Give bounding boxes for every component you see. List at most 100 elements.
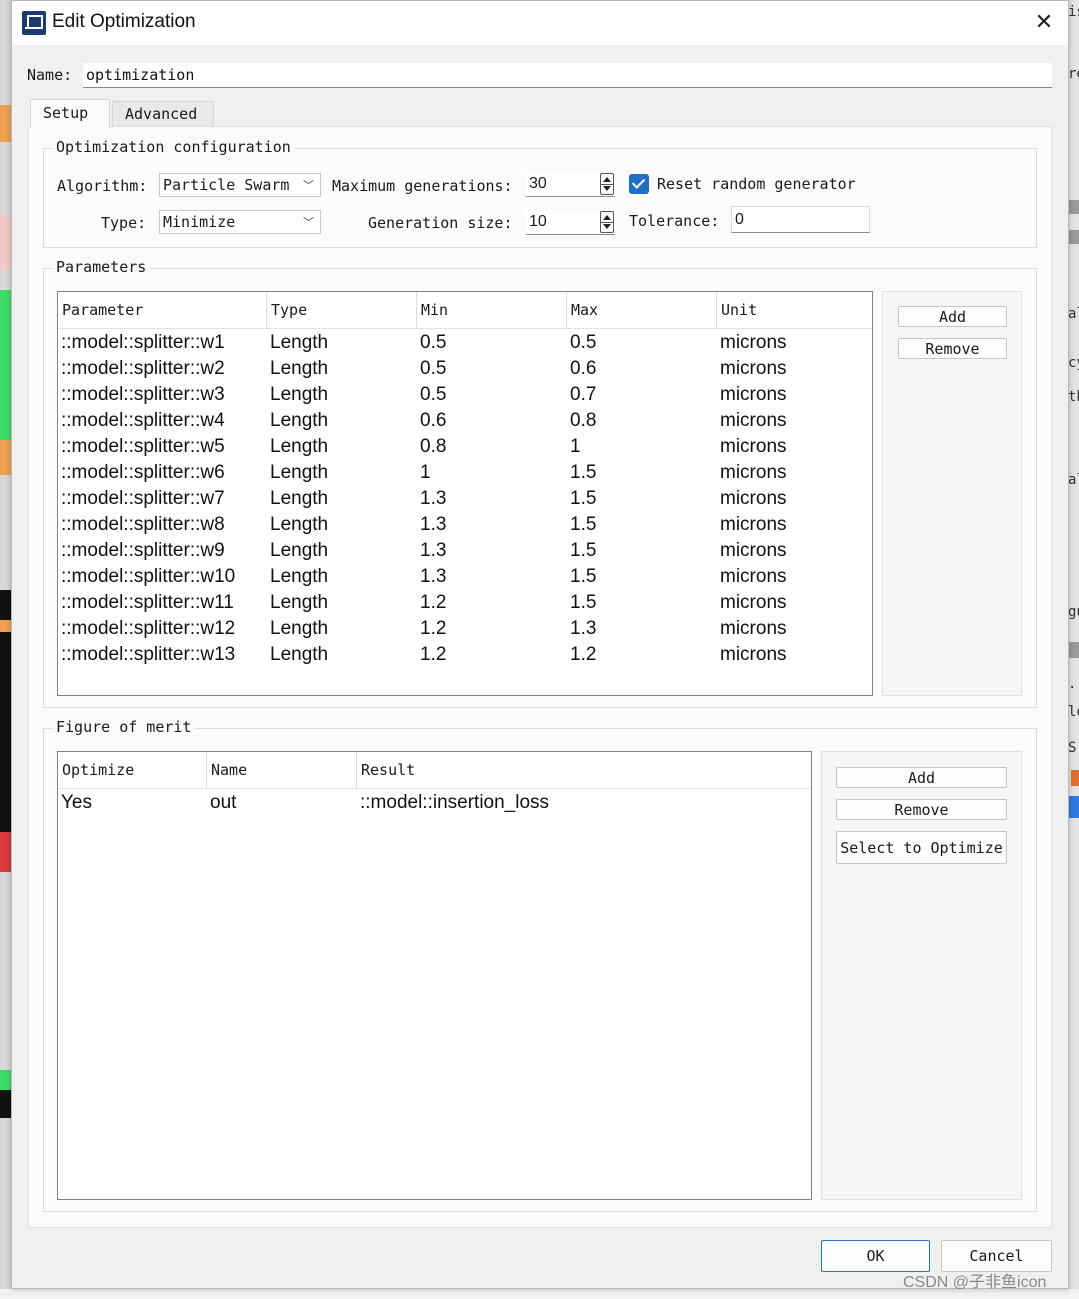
optimization-config-title: Optimization configuration — [52, 138, 295, 156]
add-figure-of-merit-button[interactable]: Add — [836, 767, 1007, 788]
parameter-max-cell: 1.2 — [570, 644, 597, 665]
background-window-right: is re al cy th al gu . lo S — [1068, 0, 1079, 1299]
background-text: al — [1068, 472, 1079, 488]
parameter-unit-cell: microns — [720, 384, 787, 405]
table-row[interactable]: ::model::splitter::w10 Length 1.3 1.5 micron… — [58, 564, 872, 590]
parameter-unit-cell: microns — [720, 436, 787, 457]
parameters-group: Parameters Parameter Type Min Max Unit :… — [43, 258, 1037, 708]
background-strip — [1068, 200, 1079, 214]
column-header-result[interactable]: Result — [357, 752, 811, 789]
parameter-max-cell: 1.5 — [570, 566, 597, 587]
parameter-unit-cell: microns — [720, 488, 787, 509]
parameter-min-cell: 1 — [420, 462, 431, 483]
close-button[interactable]: ✕ — [1022, 7, 1066, 39]
table-row[interactable]: ::model::splitter::w2 Length 0.5 0.6 microns — [58, 356, 872, 382]
column-header-type[interactable]: Type — [267, 292, 417, 329]
parameter-unit-cell: microns — [720, 514, 787, 535]
column-header-name[interactable]: Name — [207, 752, 357, 789]
parameter-name-cell: ::model::splitter::w12 — [61, 618, 236, 639]
name-label: Name: — [27, 66, 73, 84]
parameter-name-cell: ::model::splitter::w1 — [61, 332, 225, 353]
table-row[interactable]: ::model::splitter::w1 Length 0.5 0.5 microns — [58, 330, 872, 356]
figure-of-merit-group: Figure of merit Optimize Name Result Yes… — [43, 718, 1037, 1212]
parameter-min-cell: 1.2 — [420, 644, 447, 665]
fom-result-cell: ::model::insertion_loss — [360, 792, 550, 813]
parameter-min-cell: 0.5 — [420, 358, 447, 379]
chevron-down-icon: ﹀ — [303, 179, 314, 192]
column-header-unit[interactable]: Unit — [717, 292, 872, 329]
parameter-name-cell: ::model::splitter::w9 — [61, 540, 225, 561]
table-row[interactable]: ::model::splitter::w4 Length 0.6 0.8 microns — [58, 408, 872, 434]
parameter-type-cell: Length — [270, 488, 329, 509]
max-generations-value: 30 — [529, 175, 547, 192]
parameter-max-cell: 0.5 — [570, 332, 597, 353]
parameter-min-cell: 0.5 — [420, 384, 447, 405]
name-input[interactable] — [83, 63, 1052, 88]
type-select[interactable]: Minimize ﹀ — [159, 210, 321, 234]
column-header-parameter[interactable]: Parameter — [58, 292, 267, 329]
algorithm-value: Particle Swarm — [163, 176, 290, 194]
fom-optimize-cell: Yes — [61, 792, 92, 813]
parameter-type-cell: Length — [270, 410, 329, 431]
column-header-max[interactable]: Max — [567, 292, 717, 329]
parameters-table: Parameter Type Min Max Unit ::model::spl… — [57, 291, 873, 696]
select-to-optimize-button[interactable]: Select to Optimize — [836, 831, 1007, 864]
parameter-type-cell: Length — [270, 358, 329, 379]
table-row[interactable]: ::model::splitter::w13 Length 1.2 1.2 micron… — [58, 642, 872, 668]
parameter-unit-cell: microns — [720, 462, 787, 483]
parameter-unit-cell: microns — [720, 540, 787, 561]
app-logo-icon — [22, 11, 46, 35]
background-text: . — [1068, 676, 1077, 692]
parameters-button-panel: Add Remove — [882, 291, 1022, 696]
parameter-name-cell: ::model::splitter::w13 — [61, 644, 236, 665]
parameter-name-cell: ::model::splitter::w10 — [61, 566, 236, 587]
background-text: S — [1068, 740, 1077, 756]
parameter-min-cell: 1.3 — [420, 566, 447, 587]
table-row[interactable]: ::model::splitter::w8 Length 1.3 1.5 microns — [58, 512, 872, 538]
parameter-unit-cell: microns — [720, 618, 787, 639]
algorithm-select[interactable]: Particle Swarm ﹀ — [159, 173, 321, 197]
background-text: cy — [1068, 355, 1079, 371]
setup-tab-panel: Optimization configuration Algorithm: Pa… — [28, 126, 1052, 1228]
table-row[interactable]: ::model::splitter::w5 Length 0.8 1 microns — [58, 434, 872, 460]
spin-arrows-icon[interactable] — [600, 211, 614, 233]
background-text: al — [1068, 306, 1079, 322]
parameter-max-cell: 1.5 — [570, 462, 597, 483]
algorithm-label: Algorithm: — [57, 177, 148, 195]
parameter-name-cell: ::model::splitter::w6 — [61, 462, 225, 483]
column-header-min[interactable]: Min — [417, 292, 567, 329]
max-generations-spinbox[interactable]: 30 — [526, 172, 615, 197]
reset-random-checkbox[interactable] — [629, 174, 649, 194]
table-row[interactable]: ::model::splitter::w3 Length 0.5 0.7 microns — [58, 382, 872, 408]
column-header-optimize[interactable]: Optimize — [58, 752, 207, 789]
parameter-max-cell: 0.7 — [570, 384, 597, 405]
parameter-name-cell: ::model::splitter::w3 — [61, 384, 225, 405]
table-row[interactable]: ::model::splitter::w12 Length 1.2 1.3 micron… — [58, 616, 872, 642]
max-generations-label: Maximum generations: — [332, 177, 513, 195]
table-row[interactable]: Yes out::model::insertion_loss — [58, 790, 811, 816]
parameter-max-cell: 1.5 — [570, 514, 597, 535]
parameter-type-cell: Length — [270, 384, 329, 405]
parameter-min-cell: 1.3 — [420, 488, 447, 509]
parameter-unit-cell: microns — [720, 644, 787, 665]
background-strip — [1071, 770, 1079, 786]
background-text: re — [1068, 66, 1079, 82]
parameter-type-cell: Length — [270, 644, 329, 665]
parameter-max-cell: 0.8 — [570, 410, 597, 431]
tab-setup[interactable]: Setup — [30, 99, 110, 128]
table-row[interactable]: ::model::splitter::w9 Length 1.3 1.5 microns — [58, 538, 872, 564]
generation-size-spinbox[interactable]: 10 — [526, 210, 615, 235]
title-bar: Edit Optimization ✕ — [12, 1, 1068, 45]
tolerance-input[interactable]: 0 — [731, 206, 870, 233]
remove-figure-of-merit-button[interactable]: Remove — [836, 799, 1007, 820]
generation-size-label: Generation size: — [368, 214, 513, 232]
table-row[interactable]: ::model::splitter::w6 Length 1 1.5 microns — [58, 460, 872, 486]
spin-arrows-icon[interactable] — [600, 173, 614, 195]
remove-parameter-button[interactable]: Remove — [898, 338, 1007, 359]
table-row[interactable]: ::model::splitter::w7 Length 1.3 1.5 microns — [58, 486, 872, 512]
table-row[interactable]: ::model::splitter::w11 Length 1.2 1.5 micron… — [58, 590, 872, 616]
parameter-unit-cell: microns — [720, 358, 787, 379]
tab-advanced[interactable]: Advanced — [112, 101, 214, 126]
parameter-type-cell: Length — [270, 566, 329, 587]
add-parameter-button[interactable]: Add — [898, 306, 1007, 327]
